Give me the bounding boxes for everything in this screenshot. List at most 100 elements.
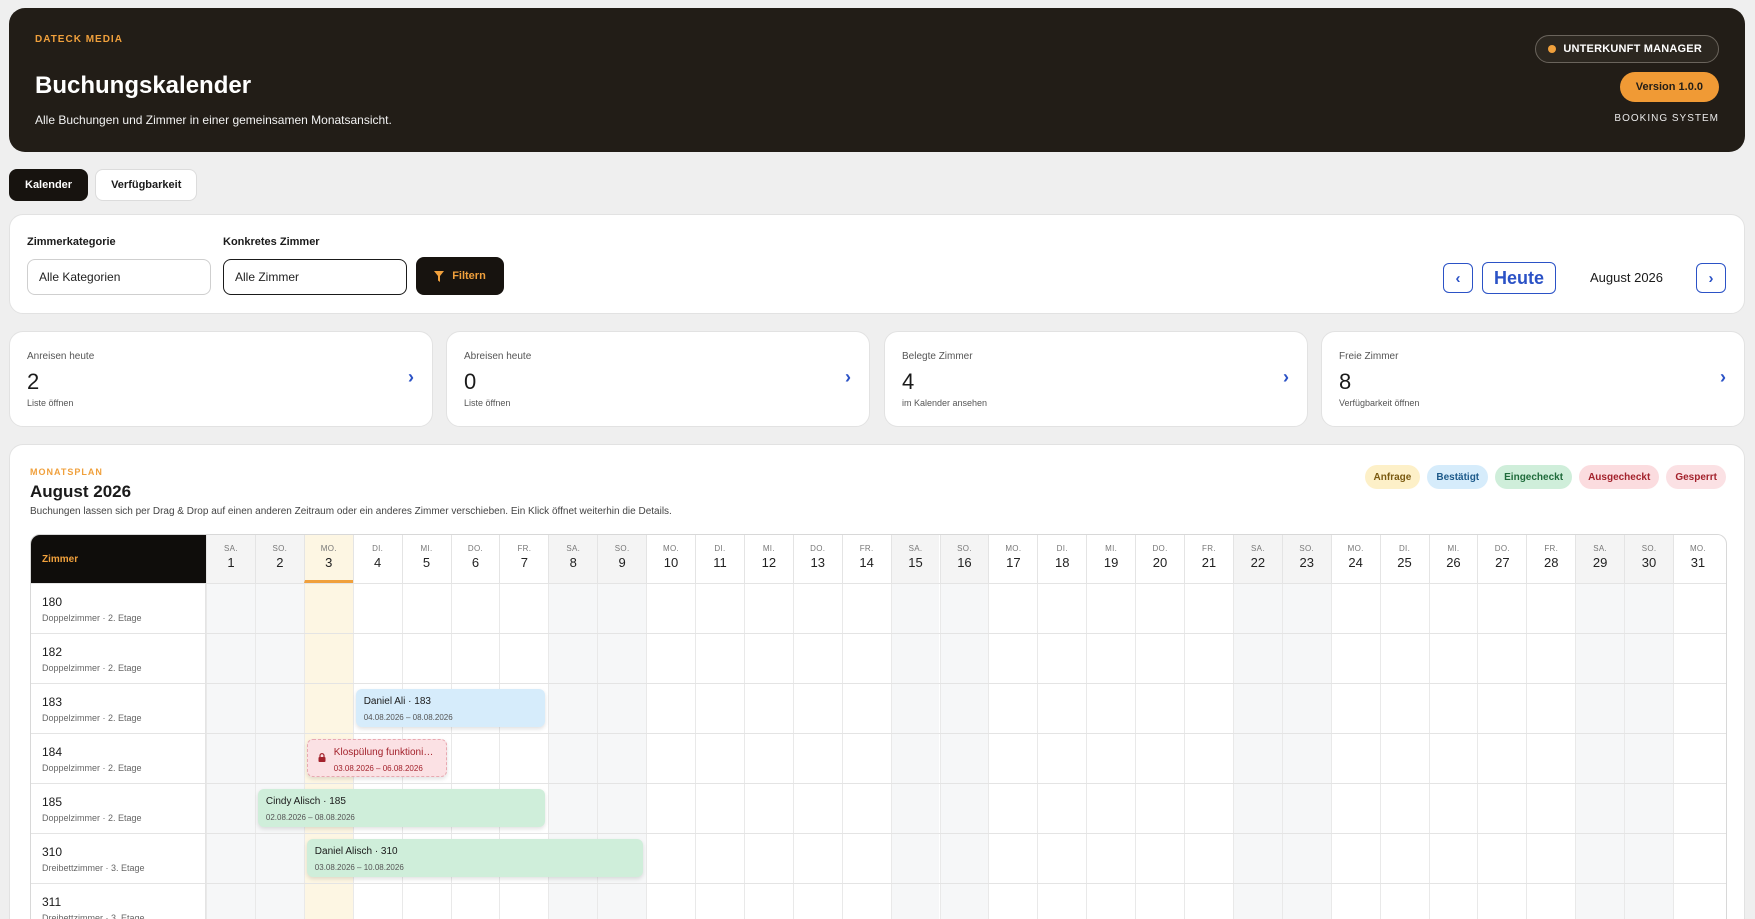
day-cell[interactable] [1379, 834, 1429, 884]
day-cell[interactable] [1281, 884, 1331, 919]
day-cell[interactable] [1428, 884, 1478, 919]
day-cell[interactable] [939, 834, 989, 884]
day-cell[interactable] [1428, 634, 1478, 684]
day-cell[interactable] [1477, 784, 1526, 834]
day-cell[interactable] [1428, 734, 1478, 784]
day-cell[interactable] [597, 734, 647, 784]
day-cell[interactable] [792, 584, 842, 634]
day-cell[interactable] [1135, 684, 1184, 734]
day-cell[interactable] [646, 634, 695, 684]
day-cell[interactable] [1232, 634, 1282, 684]
day-cell[interactable] [743, 634, 793, 684]
day-cell[interactable] [597, 684, 647, 734]
day-cell[interactable] [988, 734, 1037, 784]
day-cell[interactable] [1624, 634, 1673, 684]
day-cell[interactable] [939, 634, 989, 684]
blocked-period[interactable]: Klospülung funktioniert nicht 03.08.2026 … [306, 739, 448, 777]
day-cell[interactable] [254, 884, 304, 919]
category-select[interactable]: Alle Kategorien [27, 259, 211, 295]
day-cell[interactable] [206, 834, 255, 884]
day-cell[interactable] [1526, 784, 1575, 834]
day-cell[interactable] [1379, 684, 1429, 734]
day-cell[interactable] [1281, 784, 1331, 834]
day-cell[interactable] [1575, 884, 1625, 919]
day-cell[interactable] [1673, 634, 1722, 684]
day-cell[interactable] [1673, 684, 1722, 734]
day-cell[interactable] [695, 784, 744, 834]
day-cell[interactable] [695, 834, 744, 884]
day-cell[interactable] [1428, 584, 1478, 634]
day-cell[interactable] [1135, 634, 1184, 684]
day-cell[interactable] [206, 684, 255, 734]
day-cell[interactable] [206, 884, 255, 919]
day-cell[interactable] [939, 684, 989, 734]
day-cell[interactable] [1575, 684, 1625, 734]
day-cell[interactable] [597, 634, 647, 684]
day-cell[interactable] [939, 884, 989, 919]
day-cell[interactable] [499, 634, 548, 684]
day-cell[interactable] [352, 634, 402, 684]
day-cell[interactable] [1037, 734, 1086, 784]
day-cell[interactable] [303, 684, 353, 734]
day-cell[interactable] [939, 734, 989, 784]
day-cell[interactable] [548, 684, 598, 734]
day-cell[interactable] [1428, 834, 1478, 884]
prev-month-button[interactable]: ‹ [1443, 263, 1473, 293]
day-cell[interactable] [254, 834, 304, 884]
day-cell[interactable] [646, 734, 695, 784]
stat-card-arrivals[interactable]: Anreisen heute 2 Liste öffnen › [9, 331, 433, 427]
day-cell[interactable] [1673, 884, 1722, 919]
day-cell[interactable] [1232, 584, 1282, 634]
day-cell[interactable] [1281, 834, 1331, 884]
day-cell[interactable] [841, 834, 891, 884]
day-cell[interactable] [206, 584, 255, 634]
day-cell[interactable] [254, 684, 304, 734]
day-cell[interactable] [1037, 834, 1086, 884]
day-cell[interactable] [841, 784, 891, 834]
day-cell[interactable] [1624, 684, 1673, 734]
day-cell[interactable] [1526, 584, 1575, 634]
booking-bar[interactable]: Cindy Alisch · 185 02.08.2026 – 08.08.202… [257, 789, 546, 827]
day-cell[interactable] [1184, 784, 1233, 834]
day-cell[interactable] [1526, 634, 1575, 684]
day-cell[interactable] [1135, 784, 1184, 834]
day-cell[interactable] [401, 584, 451, 634]
day-cell[interactable] [499, 734, 548, 784]
day-cell[interactable] [1575, 834, 1625, 884]
day-cell[interactable] [988, 584, 1037, 634]
day-cell[interactable] [1575, 784, 1625, 834]
day-cell[interactable] [1232, 784, 1282, 834]
day-cell[interactable] [743, 834, 793, 884]
day-cell[interactable] [1624, 734, 1673, 784]
day-cell[interactable] [939, 584, 989, 634]
day-cell[interactable] [1086, 584, 1135, 634]
day-cell[interactable] [548, 584, 598, 634]
day-cell[interactable] [1379, 784, 1429, 834]
day-cell[interactable] [1232, 684, 1282, 734]
day-cell[interactable] [792, 684, 842, 734]
day-cell[interactable] [988, 634, 1037, 684]
day-cell[interactable] [988, 784, 1037, 834]
day-cell[interactable] [1135, 834, 1184, 884]
day-cell[interactable] [1086, 784, 1135, 834]
day-cell[interactable] [1330, 784, 1380, 834]
day-cell[interactable] [890, 834, 940, 884]
day-cell[interactable] [1526, 734, 1575, 784]
day-cell[interactable] [841, 734, 891, 784]
day-cell[interactable] [1526, 884, 1575, 919]
day-cell[interactable] [450, 734, 500, 784]
day-cell[interactable] [743, 684, 793, 734]
day-cell[interactable] [548, 784, 598, 834]
day-cell[interactable] [450, 884, 500, 919]
day-cell[interactable] [1673, 834, 1722, 884]
day-cell[interactable] [548, 884, 598, 919]
day-cell[interactable] [1428, 784, 1478, 834]
day-cell[interactable] [597, 584, 647, 634]
day-cell[interactable] [548, 634, 598, 684]
day-cell[interactable] [450, 634, 500, 684]
day-cell[interactable] [890, 884, 940, 919]
day-cell[interactable] [1086, 884, 1135, 919]
day-cell[interactable] [1184, 834, 1233, 884]
day-cell[interactable] [646, 784, 695, 834]
day-cell[interactable] [841, 584, 891, 634]
